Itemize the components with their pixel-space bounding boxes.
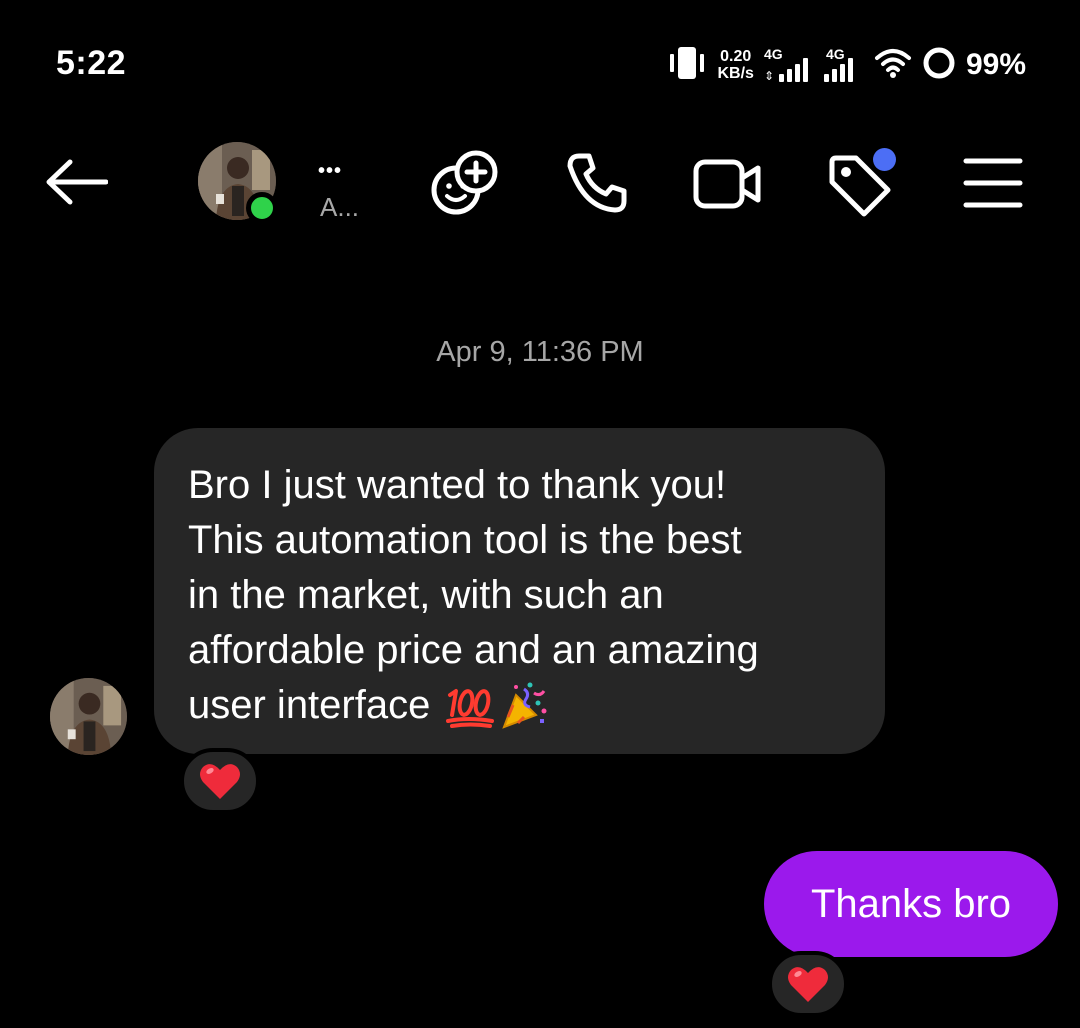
message-line-last: user interface <box>188 678 845 733</box>
date-separator: Apr 9, 11:36 PM <box>436 336 644 368</box>
chat-header: ••• A... <box>0 140 1080 230</box>
notification-dot <box>873 148 896 171</box>
sender-avatar[interactable] <box>50 678 127 755</box>
party-popper-emoji <box>502 682 547 729</box>
wifi-icon <box>874 47 912 84</box>
outgoing-reaction[interactable] <box>768 951 848 1017</box>
video-camera-icon <box>693 159 761 209</box>
message-line: user interface <box>188 683 431 727</box>
message-line: in the market, with such an <box>188 573 664 617</box>
heart-icon <box>788 967 828 1002</box>
menu-button[interactable] <box>958 152 1028 214</box>
voice-call-button[interactable] <box>560 148 632 220</box>
back-arrow-icon <box>46 159 108 205</box>
network-speed: 0.20 KB/s <box>718 48 754 82</box>
status-icons: 0.20 KB/s 4G ⇕ 4G 99% <box>666 42 1026 88</box>
heart-icon <box>200 764 240 799</box>
network-speed-value: 0.20 <box>720 48 752 65</box>
incoming-message-bubble[interactable]: Bro I just wanted to thank you! This aut… <box>154 428 885 754</box>
message-line: Bro I just wanted to thank you! <box>188 463 727 507</box>
hamburger-menu-icon <box>963 158 1023 208</box>
contact-subtitle[interactable]: A... <box>320 192 359 223</box>
battery-ring-icon <box>922 46 956 85</box>
sim1-network-type: 4G <box>763 46 783 62</box>
network-speed-unit: KB/s <box>717 65 754 82</box>
message-line: affordable price and an amazing <box>188 628 759 672</box>
sim2-signal-icon: 4G <box>823 46 864 82</box>
add-friend-icon <box>431 150 498 215</box>
incoming-reaction[interactable] <box>180 748 260 814</box>
phone-icon <box>567 153 627 213</box>
video-call-button[interactable] <box>690 150 766 218</box>
contact-name[interactable]: ••• <box>318 160 342 183</box>
hundred-points-emoji <box>446 688 495 728</box>
sim1-signal-icon: 4G ⇕ <box>763 46 814 83</box>
back-button[interactable] <box>40 150 112 214</box>
outgoing-message-text: Thanks bro <box>810 881 1012 926</box>
status-time: 5:22 <box>56 44 127 82</box>
sim2-network-type: 4G <box>825 46 845 62</box>
vibrate-icon <box>666 45 708 86</box>
outgoing-message-bubble[interactable]: Thanks bro <box>764 851 1058 957</box>
person-photo-icon <box>50 678 127 755</box>
online-status-dot <box>246 192 278 224</box>
add-friend-button[interactable] <box>426 146 502 222</box>
message-line: This automation tool is the best <box>188 518 742 562</box>
data-arrows-icon: ⇕ <box>763 69 775 83</box>
chat-screen: 5:22 0.20 KB/s 4G ⇕ 4G 99% ••• A... Apr … <box>0 0 1080 1028</box>
battery-level: 99% <box>965 48 1026 81</box>
